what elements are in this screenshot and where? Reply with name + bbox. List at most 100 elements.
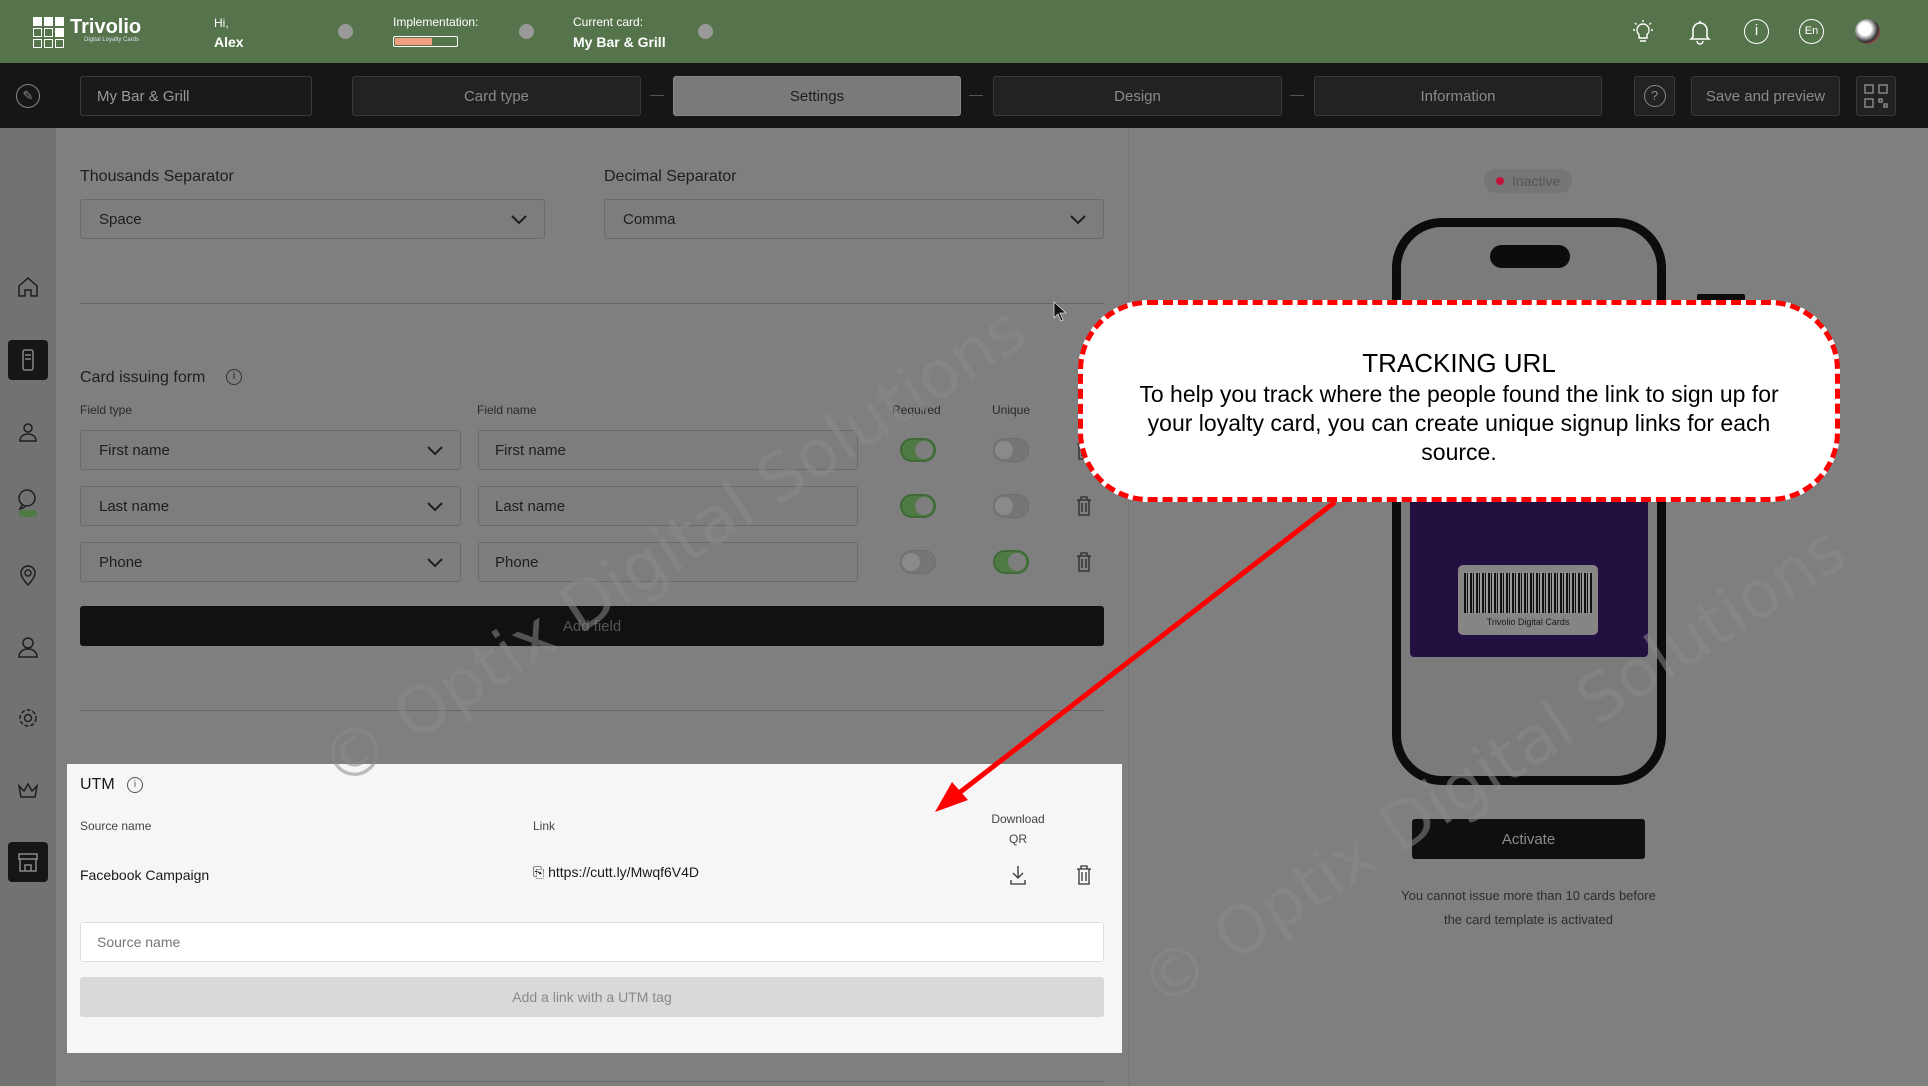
source-name-input[interactable]: [80, 922, 1104, 962]
field-name-input[interactable]: First name: [478, 430, 858, 470]
utm-link[interactable]: ⎘ https://cutt.ly/Mwqf6V4D: [533, 864, 699, 881]
language-button[interactable]: En: [1799, 19, 1824, 44]
download-qr-header: Download QR: [991, 812, 1045, 846]
gear-icon: [19, 709, 37, 727]
divider: [80, 303, 1104, 304]
required-toggle[interactable]: [900, 494, 936, 518]
status-text: Inactive: [1512, 173, 1561, 189]
thousands-separator-select[interactable]: Space: [80, 199, 545, 239]
sidebar-item-messages[interactable]: [8, 483, 48, 523]
field-type-select[interactable]: First name: [80, 430, 461, 470]
field-type-header: Field type: [80, 403, 133, 417]
mouse-cursor-icon: [1053, 301, 1068, 322]
qr-icon: [1864, 84, 1888, 108]
divider: [80, 1081, 1104, 1082]
callout-body: To help you track where the people found…: [1139, 381, 1779, 465]
phone-notch: [1490, 245, 1570, 268]
sidebar-item-settings[interactable]: [8, 698, 48, 738]
unique-header: Unique: [992, 403, 1031, 417]
store-icon: [18, 853, 38, 872]
required-header: Required: [892, 403, 941, 417]
users-icon: [19, 423, 37, 442]
chevron-down-icon: [1070, 215, 1086, 225]
greeting: Hi,: [214, 16, 229, 30]
current-card-name: My Bar & Grill: [573, 34, 666, 50]
decimal-separator-label: Decimal Separator: [604, 168, 737, 185]
sidebar-item-cards[interactable]: [8, 340, 48, 380]
activate-button[interactable]: Activate: [1412, 819, 1645, 859]
implementation-check-icon[interactable]: [519, 24, 534, 39]
sidebar-item-premium[interactable]: [8, 770, 48, 810]
unique-toggle[interactable]: [993, 438, 1029, 462]
divider: [80, 710, 1104, 711]
brand-subtitle: Digital Loyalty Cards: [84, 37, 140, 43]
required-toggle[interactable]: [900, 438, 936, 462]
unique-toggle[interactable]: [993, 494, 1029, 518]
trash-icon[interactable]: [1076, 552, 1092, 572]
bell-icon[interactable]: [1688, 19, 1712, 50]
utm-title: UTM: [80, 776, 115, 793]
thousands-separator-value: Space: [99, 210, 142, 228]
card-check-icon[interactable]: [698, 24, 713, 39]
field-name-input[interactable]: Last name: [478, 486, 858, 526]
tab-information[interactable]: Information: [1314, 76, 1602, 116]
qr-code-button[interactable]: [1856, 76, 1896, 116]
info-icon[interactable]: i: [127, 777, 143, 793]
card-issuing-form-title: Card issuing form: [80, 369, 206, 386]
avatar[interactable]: [1855, 19, 1880, 44]
current-card-label: Current card:: [573, 15, 644, 29]
save-and-preview-button[interactable]: Save and preview: [1691, 76, 1840, 116]
info-icon[interactable]: i: [226, 369, 242, 385]
decimal-separator-value: Comma: [623, 210, 676, 228]
sidebar-item-store[interactable]: [8, 842, 48, 882]
user-check-icon[interactable]: [338, 24, 353, 39]
trash-icon[interactable]: [1076, 865, 1092, 885]
help-button[interactable]: ?: [1634, 76, 1675, 116]
sidebar-item-profile[interactable]: [8, 627, 48, 667]
barcode-box: Trivolio Digital Cards: [1458, 565, 1598, 635]
chat-icon: [18, 489, 37, 517]
callout-title: TRACKING URL: [1362, 348, 1556, 378]
sidebar: [0, 128, 56, 1086]
chevron-down-icon: [427, 502, 443, 512]
location-icon: [20, 565, 36, 587]
question-icon: ?: [1643, 85, 1666, 107]
unique-toggle[interactable]: [993, 550, 1029, 574]
thousands-separator-label: Thousands Separator: [80, 168, 234, 185]
utm-section: UTM i Source name Link Download QR Facebo…: [67, 764, 1122, 1053]
field-name-input[interactable]: Phone: [478, 542, 858, 582]
card-icon: [22, 349, 34, 371]
chevron-down-icon: [427, 558, 443, 568]
add-utm-link-button[interactable]: Add a link with a UTM tag: [80, 977, 1104, 1017]
tab-settings[interactable]: Settings: [673, 76, 961, 116]
add-field-button[interactable]: Add field: [80, 606, 1104, 646]
link-icon: ⎘: [533, 864, 549, 880]
activation-note: You cannot issue more than 10 cards befo…: [1401, 888, 1656, 927]
tracking-url-callout: TRACKING URL To help you track where the…: [1078, 300, 1840, 502]
callout-arrow: [948, 500, 1337, 802]
status-badge: Inactive: [1484, 169, 1573, 193]
utm-source-name: Facebook Campaign: [80, 867, 210, 883]
info-icon[interactable]: i: [1744, 19, 1769, 44]
chevron-down-icon: [427, 446, 443, 456]
tab-card-type[interactable]: Card type: [352, 76, 641, 116]
sidebar-item-home[interactable]: [8, 267, 48, 307]
card-name-input[interactable]: My Bar & Grill: [80, 76, 312, 116]
edit-icon[interactable]: ✎: [16, 84, 40, 108]
panel-divider: [1128, 128, 1129, 1086]
logo-icon: [33, 17, 65, 54]
lightbulb-icon[interactable]: [1632, 19, 1654, 50]
tab-design[interactable]: Design: [993, 76, 1282, 116]
decimal-separator-select[interactable]: Comma: [604, 199, 1104, 239]
trash-icon[interactable]: [1076, 496, 1092, 516]
sidebar-item-customers[interactable]: [8, 412, 48, 452]
download-icon[interactable]: [1010, 865, 1026, 885]
source-name-header: Source name: [80, 819, 152, 833]
field-type-select[interactable]: Phone: [80, 542, 461, 582]
chevron-down-icon: [511, 215, 527, 225]
sidebar-item-locations[interactable]: [8, 555, 48, 595]
required-toggle[interactable]: [900, 550, 936, 574]
field-type-select[interactable]: Last name: [80, 486, 461, 526]
field-name-header: Field name: [477, 403, 537, 417]
link-header: Link: [533, 819, 556, 833]
